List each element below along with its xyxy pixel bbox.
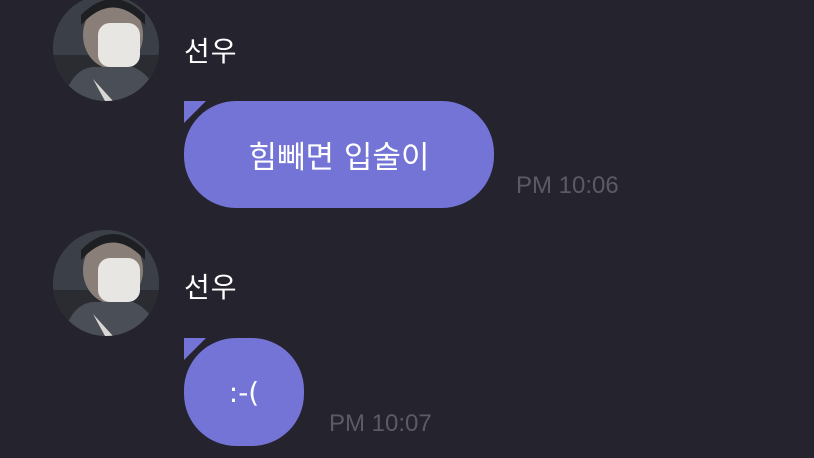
message-text: 힘빼면 입술이 [248,140,430,176]
bubble-tail [184,101,206,123]
message-bubble[interactable]: :-( [184,338,304,446]
message-bubble[interactable]: 힘빼면 입술이 [184,101,494,208]
profile-photo-icon [53,0,159,101]
profile-photo-icon [53,230,159,336]
message-text: :-( [228,375,260,409]
message-timestamp: PM 10:06 [516,172,619,199]
chat-thread: 선우 힘빼면 입술이 PM 10:06 선우 :-( PM 10:07 [0,0,814,458]
message-timestamp: PM 10:07 [329,410,432,437]
sender-name: 선우 [184,271,238,304]
bubble-tail [184,338,206,360]
sender-name: 선우 [184,35,238,68]
avatar[interactable] [53,230,159,336]
avatar[interactable] [53,0,159,101]
